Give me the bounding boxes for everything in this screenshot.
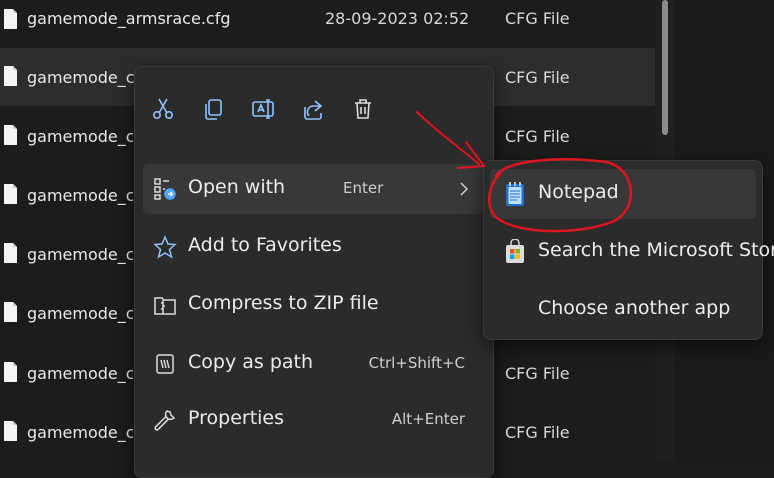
file-icon: [4, 9, 17, 29]
zip-icon: [154, 297, 176, 315]
file-type: CFG File: [505, 68, 570, 87]
file-icon: [4, 66, 17, 86]
file-row[interactable]: gamemode_armsrace.cfg 28-09-2023 02:52 C…: [0, 0, 655, 48]
wrench-icon: [154, 410, 176, 431]
copy-icon: [205, 99, 222, 120]
menu-item-label: Open with: [188, 176, 286, 198]
file-name: gamemode_com: [27, 304, 133, 323]
file-type: CFG File: [505, 9, 570, 28]
menu-item-compress-zip[interactable]: Compress to ZIP file: [143, 280, 485, 330]
share-icon: [304, 100, 323, 120]
file-name: gamemode_casu: [27, 68, 135, 87]
menu-item-shortcut: Enter: [343, 179, 384, 197]
copy-button[interactable]: [193, 87, 233, 131]
store-icon: [506, 239, 524, 263]
menu-item-label: Compress to ZIP file: [188, 292, 379, 314]
menu-item-label: Properties: [188, 407, 285, 429]
file-type: CFG File: [505, 127, 570, 146]
cut-icon: [152, 98, 174, 120]
submenu-item-choose-another-app[interactable]: Choose another app: [490, 285, 756, 335]
context-menu: Open with Enter Add to Favorites Compres…: [134, 66, 494, 478]
menu-item-add-to-favorites[interactable]: Add to Favorites: [143, 222, 485, 272]
file-date: 28-09-2023 02:52: [325, 9, 470, 28]
delete-button[interactable]: [343, 87, 383, 131]
menu-item-properties[interactable]: Properties Alt+Enter: [143, 395, 485, 445]
open-with-icon: [154, 178, 176, 200]
star-icon: [153, 235, 177, 259]
share-button[interactable]: [293, 87, 333, 131]
menu-item-label: Copy as path: [188, 351, 314, 373]
file-icon: [4, 184, 17, 204]
notepad-icon: [506, 182, 524, 206]
file-type: CFG File: [505, 423, 570, 442]
file-type: CFG File: [505, 364, 570, 383]
scrollbar-thumb[interactable]: [662, 0, 668, 135]
file-name: gamemode_com: [27, 364, 133, 383]
open-with-submenu: Notepad Search the Microsoft Store Choos…: [483, 160, 774, 340]
file-icon: [4, 362, 17, 382]
file-icon: [4, 421, 17, 441]
menu-item-shortcut: Alt+Enter: [391, 410, 465, 428]
chevron-right-icon: [460, 182, 469, 196]
file-name: gamemode_com: [27, 127, 133, 146]
menu-item-copy-as-path[interactable]: Copy as path Ctrl+Shift+C: [143, 339, 485, 389]
file-icon: [4, 243, 17, 263]
submenu-item-microsoft-store[interactable]: Search the Microsoft Store: [490, 227, 774, 277]
menu-item-label: Add to Favorites: [188, 234, 342, 256]
rename-button[interactable]: [243, 87, 283, 131]
rename-icon: [252, 99, 274, 119]
copy-path-icon: [156, 354, 174, 374]
file-name: gamemode_com: [27, 423, 133, 442]
menu-item-open-with[interactable]: Open with Enter: [143, 164, 485, 214]
file-name: gamemode_com: [27, 186, 133, 205]
submenu-item-label: Notepad: [538, 181, 619, 203]
file-name: gamemode_armsrace.cfg: [27, 9, 231, 28]
submenu-item-label: Search the Microsoft Store: [538, 239, 774, 261]
file-icon: [4, 302, 17, 322]
cut-button[interactable]: [143, 87, 183, 131]
menu-item-shortcut: Ctrl+Shift+C: [368, 354, 465, 372]
delete-icon: [355, 99, 371, 119]
submenu-item-notepad[interactable]: Notepad: [490, 169, 756, 219]
file-name: gamemode_com: [27, 245, 133, 264]
submenu-item-label: Choose another app: [538, 297, 731, 319]
file-icon: [4, 125, 17, 145]
